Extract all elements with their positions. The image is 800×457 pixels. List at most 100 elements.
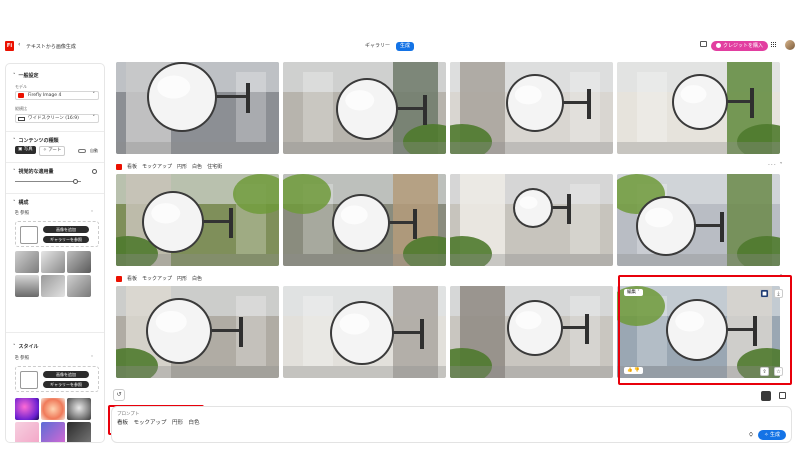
edit-dropdown[interactable]: 編集 ˅ bbox=[624, 289, 643, 296]
style-reference-label: 参照 bbox=[20, 356, 30, 361]
image-scene bbox=[450, 62, 613, 154]
style-heading[interactable]: スタイル bbox=[13, 343, 39, 350]
generated-image[interactable] bbox=[617, 62, 780, 154]
avatar[interactable] bbox=[785, 40, 795, 50]
composition-heading[interactable]: 構成 bbox=[13, 199, 29, 206]
chevron-down-icon[interactable]: ˅ bbox=[91, 210, 93, 215]
apps-grid-icon[interactable] bbox=[771, 42, 777, 48]
aspect-ratio-value: ワイドスクリーン (16:9) bbox=[28, 116, 79, 121]
image-upload-icon bbox=[20, 371, 38, 389]
back-icon[interactable]: ‹ bbox=[18, 41, 20, 48]
download-icon[interactable]: ⤓ bbox=[774, 289, 783, 298]
style-settings-icon[interactable]: ⛭ bbox=[749, 432, 753, 438]
generated-image[interactable] bbox=[617, 286, 780, 378]
style-thumb[interactable] bbox=[67, 398, 91, 420]
single-view-icon[interactable] bbox=[779, 392, 786, 399]
model-select[interactable]: Firefly Image 4 bbox=[15, 91, 99, 100]
more-options-icon[interactable]: ··· ˅ bbox=[768, 274, 784, 281]
browse-gallery-button[interactable]: ギャラリーを参照 bbox=[43, 236, 89, 243]
image-upload-icon bbox=[20, 226, 38, 244]
more-options-icon[interactable]: ··· ˅ bbox=[768, 162, 784, 169]
favorite-icon[interactable]: ☆ bbox=[774, 367, 783, 376]
style-thumb[interactable] bbox=[41, 398, 65, 420]
firefly-icon bbox=[116, 275, 122, 282]
auto-toggle[interactable] bbox=[78, 149, 86, 153]
prompt-box[interactable]: プロンプト 看板 モックアップ 円形 白色 ⛭ ✧ 生成 bbox=[111, 406, 792, 443]
content-type-heading[interactable]: コンテンツの種類 bbox=[13, 137, 59, 144]
style-thumbnails bbox=[15, 398, 91, 442]
general-settings-heading[interactable]: 一般設定 bbox=[13, 72, 39, 79]
row-tags: 看板 モックアップ 円形 白色 bbox=[116, 275, 202, 282]
browse-gallery-button[interactable]: ギャラリーを参照 bbox=[43, 381, 89, 388]
composition-thumb[interactable] bbox=[67, 251, 91, 273]
divider bbox=[6, 131, 104, 132]
feedback-icons[interactable]: 👍 👎 bbox=[624, 367, 643, 374]
page-title: テキストから画像生成 bbox=[26, 44, 76, 50]
history-icon[interactable]: ↺ bbox=[113, 389, 125, 401]
style-thumb[interactable] bbox=[67, 422, 91, 442]
generated-image[interactable] bbox=[450, 62, 613, 154]
settings-panel: 一般設定 モデル Firefly Image 4 縦横比 ワイドスクリーン (1… bbox=[5, 63, 105, 443]
image-scene bbox=[116, 62, 279, 154]
share-icon[interactable]: ⇪ bbox=[760, 367, 769, 376]
style-thumb[interactable] bbox=[41, 422, 65, 442]
add-image-button[interactable]: 画像を追加 bbox=[43, 371, 89, 378]
row-tags: 看板 モックアップ 円形 白色 住宅街 bbox=[116, 163, 222, 170]
image-scene bbox=[283, 62, 446, 154]
composition-thumb[interactable] bbox=[67, 275, 91, 297]
composition-reference-label: 参照 bbox=[20, 211, 30, 216]
generated-image[interactable] bbox=[116, 174, 279, 266]
firefly-icon bbox=[18, 93, 24, 98]
composition-thumbnails bbox=[15, 251, 91, 297]
composition-thumb[interactable] bbox=[41, 275, 65, 297]
prompt-input[interactable]: 看板 モックアップ 円形 白色 bbox=[117, 418, 200, 426]
image-scene bbox=[617, 286, 780, 378]
firefly-logo[interactable]: Fi bbox=[5, 41, 14, 51]
slider-handle[interactable] bbox=[73, 179, 79, 184]
add-image-button[interactable]: 画像を追加 bbox=[43, 226, 89, 233]
prompt-tag: 住宅街 bbox=[207, 164, 223, 170]
tab-gallery[interactable]: ギャラリー bbox=[361, 42, 394, 51]
select-checkbox[interactable]: ■ bbox=[760, 289, 769, 298]
generated-image[interactable] bbox=[116, 286, 279, 378]
visual-intensity-slider[interactable] bbox=[15, 181, 81, 182]
prompt-tag: モックアップ bbox=[142, 164, 173, 170]
composition-thumb[interactable] bbox=[41, 251, 65, 273]
info-icon[interactable] bbox=[92, 169, 97, 174]
composition-thumb[interactable] bbox=[15, 275, 39, 297]
generated-image[interactable] bbox=[116, 62, 279, 154]
style-thumb[interactable] bbox=[15, 398, 39, 420]
visual-intensity-heading[interactable]: 視覚的な適用量 bbox=[13, 168, 54, 175]
content-type-art[interactable]: ✧ アート bbox=[39, 146, 66, 156]
chevron-down-icon[interactable]: ˅ bbox=[91, 355, 93, 360]
aspect-ratio-select[interactable]: ワイドスクリーン (16:9) bbox=[15, 114, 99, 123]
generated-image[interactable] bbox=[283, 286, 446, 378]
buy-credits-label: クレジットを購入 bbox=[723, 43, 764, 49]
content-type-photo[interactable]: ▣ 写真 bbox=[15, 146, 36, 154]
photo-label: 写真 bbox=[23, 147, 33, 152]
image-scene bbox=[116, 286, 279, 378]
generated-image[interactable] bbox=[283, 62, 446, 154]
composition-reference-select[interactable]: ⎘ 参照 bbox=[15, 210, 29, 216]
grid-view-icon[interactable] bbox=[761, 391, 771, 401]
composition-upload[interactable]: 画像を追加 ギャラリーを参照 bbox=[15, 221, 99, 247]
style-thumb[interactable] bbox=[15, 422, 39, 442]
buy-credits-button[interactable]: クレジットを購入 bbox=[711, 41, 769, 51]
app-window: Fi ‹ テキストから画像生成 ギャラリー 生成 クレジットを購入 一般設定 モ… bbox=[0, 0, 800, 457]
style-upload[interactable]: 画像を追加 ギャラリーを参照 bbox=[15, 366, 99, 392]
tab-generate[interactable]: 生成 bbox=[396, 42, 415, 51]
image-scene bbox=[116, 174, 279, 266]
edit-label: 編集 bbox=[627, 290, 636, 295]
generated-image[interactable] bbox=[283, 174, 446, 266]
generated-image[interactable] bbox=[617, 174, 780, 266]
style-reference-select[interactable]: ⎘ 参照 bbox=[15, 355, 29, 361]
comment-icon[interactable] bbox=[700, 41, 707, 47]
generate-button[interactable]: ✧ 生成 bbox=[758, 430, 786, 440]
prompt-tag: 円形 bbox=[177, 276, 188, 282]
model-label: モデル bbox=[15, 84, 27, 89]
composition-thumb[interactable] bbox=[15, 251, 39, 273]
generated-image[interactable] bbox=[450, 286, 613, 378]
generated-image[interactable] bbox=[450, 174, 613, 266]
model-value: Firefly Image 4 bbox=[28, 93, 62, 98]
prompt-label: プロンプト bbox=[117, 412, 140, 417]
